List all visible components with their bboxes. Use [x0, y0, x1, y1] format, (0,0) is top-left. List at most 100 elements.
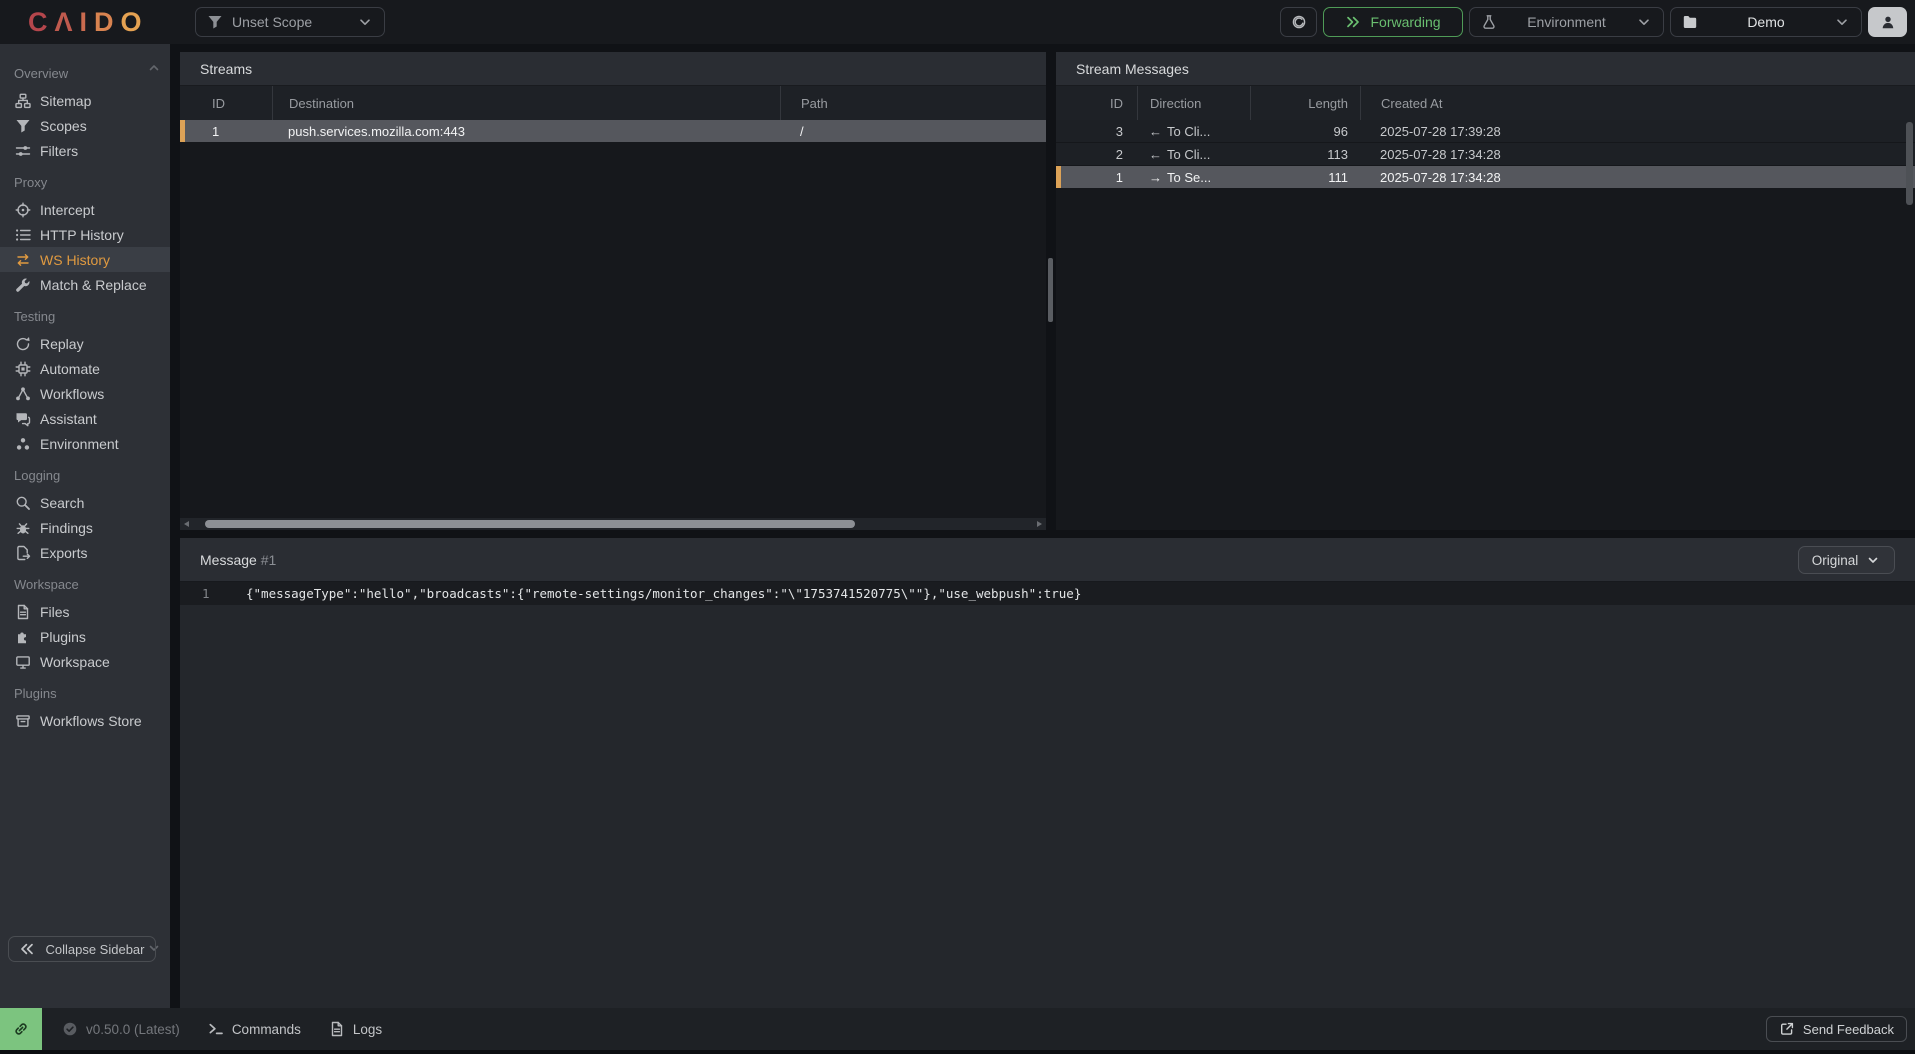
flask-icon [1481, 14, 1497, 30]
column-header-id[interactable]: ID [180, 86, 272, 120]
messages-scrollbar-thumb[interactable] [1906, 122, 1913, 205]
search-icon [14, 495, 31, 511]
sidebar-item-replay[interactable]: Replay [0, 331, 170, 356]
project-selector[interactable]: Demo [1670, 7, 1862, 37]
workflow-icon [14, 386, 31, 402]
message-id: 2 [1056, 147, 1137, 162]
message-id: 3 [1056, 124, 1137, 139]
environment-label: Environment [1506, 14, 1627, 30]
sidebar-scroll-up-icon [146, 60, 162, 76]
stream-row[interactable]: 1push.services.mozilla.com:443/ [180, 120, 1046, 142]
message-row[interactable]: 3←To Cli...962025-07-28 17:39:28 [1056, 120, 1915, 143]
collapse-sidebar-button[interactable]: Collapse Sidebar [8, 936, 156, 962]
sidebar-item-match-replace[interactable]: Match & Replace [0, 272, 170, 297]
arrow-left-icon: ← [1149, 124, 1162, 139]
sidebar-item-label: Plugins [40, 629, 86, 645]
sidebar-section-label: Logging [0, 462, 170, 490]
chip-icon [14, 361, 31, 377]
direction-label: To Se... [1167, 170, 1211, 185]
horizontal-scrollbar-thumb[interactable] [205, 520, 855, 528]
sidebar-item-plugins[interactable]: Plugins [0, 624, 170, 649]
connection-status-button[interactable] [0, 1008, 42, 1050]
sidebar-item-label: Workflows [40, 386, 104, 402]
sidebar-item-workflows-store[interactable]: Workflows Store [0, 708, 170, 733]
column-header-length[interactable]: Length [1250, 86, 1360, 120]
scroll-right-arrow-icon[interactable] [1037, 521, 1042, 527]
chain-link-icon [13, 1021, 29, 1037]
send-feedback-button[interactable]: Send Feedback [1766, 1016, 1907, 1042]
sidebar-item-findings[interactable]: Findings [0, 515, 170, 540]
user-menu-button[interactable] [1868, 7, 1907, 37]
check-circle-icon [62, 1021, 78, 1037]
sidebar-nav: OverviewSitemapScopesFiltersProxyInterce… [0, 44, 170, 733]
panel-resize-divider[interactable] [1046, 52, 1056, 530]
external-link-icon [1779, 1021, 1795, 1037]
browser-button[interactable] [1280, 7, 1317, 37]
sidebar-item-ws-history[interactable]: WS History [0, 247, 170, 272]
sidebar-item-automate[interactable]: Automate [0, 356, 170, 381]
sitemap-icon [14, 93, 31, 109]
store-icon [14, 713, 31, 729]
forwarding-button[interactable]: Forwarding [1323, 7, 1463, 37]
scroll-left-arrow-icon[interactable] [184, 521, 189, 527]
view-mode-selector[interactable]: Original [1798, 546, 1895, 574]
streams-horizontal-scrollbar[interactable] [180, 518, 1046, 530]
arrow-right-icon: → [1149, 170, 1162, 185]
logo-letter: I [80, 7, 95, 37]
refresh-icon [14, 336, 31, 352]
column-header-direction[interactable]: Direction [1137, 86, 1250, 120]
line-number: 1 [180, 586, 232, 601]
project-label: Demo [1707, 14, 1825, 30]
message-row[interactable]: 2←To Cli...1132025-07-28 17:34:28 [1056, 143, 1915, 166]
sidebar-section-overview: OverviewSitemapScopesFilters [0, 60, 170, 163]
logo-letter: C [28, 7, 55, 37]
sidebar-item-sitemap[interactable]: Sitemap [0, 88, 170, 113]
folder-icon [1682, 14, 1698, 30]
sidebar-section-workspace: WorkspaceFilesPluginsWorkspace [0, 571, 170, 674]
message-row[interactable]: 1→To Se...1112025-07-28 17:34:28 [1056, 166, 1915, 188]
sidebar-item-label: Workflows Store [40, 713, 142, 729]
column-header-created-at[interactable]: Created At [1360, 86, 1915, 120]
vertical-scrollbar-thumb[interactable] [1048, 258, 1053, 322]
topbar-right-cluster: Forwarding Environment Demo [1280, 7, 1907, 37]
sidebar-item-workflows[interactable]: Workflows [0, 381, 170, 406]
message-length: 111 [1250, 170, 1360, 185]
sidebar-item-environment[interactable]: Environment [0, 431, 170, 456]
column-header-id[interactable]: ID [1056, 86, 1137, 120]
column-header-path[interactable]: Path [780, 86, 1046, 120]
chat-icon [14, 411, 31, 427]
message-created-at: 2025-07-28 17:34:28 [1360, 170, 1915, 185]
sidebar-section-label: Overview [0, 60, 170, 88]
file-icon [14, 604, 31, 620]
message-number: #1 [261, 552, 277, 568]
logs-button[interactable]: Logs [329, 1021, 382, 1037]
sidebar-item-exports[interactable]: Exports [0, 540, 170, 565]
user-icon [1880, 14, 1896, 30]
sidebar-section-testing: TestingReplayAutomateWorkflowsAssistantE… [0, 303, 170, 456]
sidebar-item-intercept[interactable]: Intercept [0, 197, 170, 222]
list-icon [14, 227, 31, 243]
sidebar-item-http-history[interactable]: HTTP History [0, 222, 170, 247]
sidebar-item-filters[interactable]: Filters [0, 138, 170, 163]
sidebar-item-search[interactable]: Search [0, 490, 170, 515]
funnel-icon [14, 118, 31, 134]
commands-button[interactable]: Commands [208, 1021, 301, 1037]
message-editor[interactable]: 1 {"messageType":"hello","broadcasts":{"… [180, 582, 1915, 1008]
sidebar-item-assistant[interactable]: Assistant [0, 406, 170, 431]
message-created-at: 2025-07-28 17:34:28 [1360, 147, 1915, 162]
sidebar-item-label: Findings [40, 520, 93, 536]
environment-selector[interactable]: Environment [1469, 7, 1664, 37]
sidebar-section-proxy: ProxyInterceptHTTP HistoryWS HistoryMatc… [0, 169, 170, 297]
commands-label: Commands [232, 1022, 301, 1037]
chevron-down-icon [1865, 552, 1881, 568]
collapse-sidebar-label: Collapse Sidebar [45, 942, 144, 957]
sidebar-item-scopes[interactable]: Scopes [0, 113, 170, 138]
message-length: 96 [1250, 124, 1360, 139]
column-header-destination[interactable]: Destination [272, 86, 780, 120]
scope-selector[interactable]: Unset Scope [195, 7, 385, 37]
stream-path: / [780, 124, 1046, 139]
streams-panel-title: Streams [180, 52, 1046, 86]
sidebar-item-workspace[interactable]: Workspace [0, 649, 170, 674]
sidebar-item-label: Intercept [40, 202, 94, 218]
sidebar-item-files[interactable]: Files [0, 599, 170, 624]
